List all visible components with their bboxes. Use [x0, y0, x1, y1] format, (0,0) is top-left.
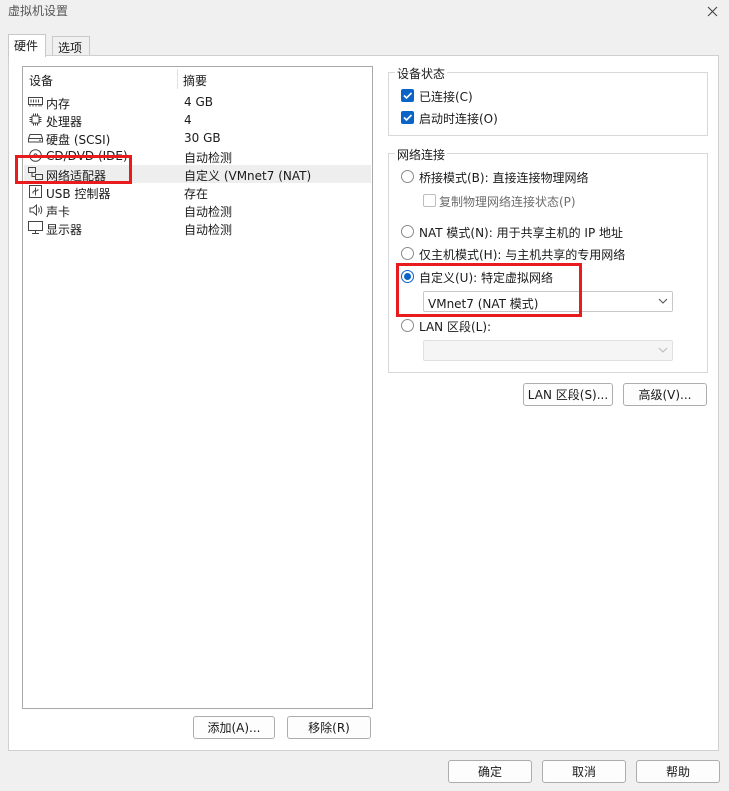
device-summary: 4 GB	[184, 95, 213, 109]
custom-label[interactable]: 自定义(U): 特定虚拟网络	[419, 269, 553, 286]
device-row-network-adapter[interactable]: 网络适配器 自定义 (VMnet7 (NAT)	[24, 165, 371, 183]
checkmark-icon	[403, 92, 413, 100]
device-row-processor[interactable]: 处理器 4	[24, 111, 371, 129]
device-name: USB 控制器	[46, 187, 111, 201]
device-summary: 自动检测	[184, 205, 233, 219]
device-name: 处理器	[46, 115, 83, 129]
device-row-memory[interactable]: 内存 4 GB	[24, 93, 371, 111]
monitor-icon	[28, 221, 43, 234]
processor-icon	[28, 113, 43, 126]
connected-label[interactable]: 已连接(C)	[419, 88, 473, 105]
network-connection-group: 网络连接 桥接模式(B): 直接连接物理网络 复制物理网络连接状态(P) NAT…	[388, 146, 708, 373]
connected-checkbox[interactable]	[401, 89, 414, 102]
device-summary: 自定义 (VMnet7 (NAT)	[184, 169, 312, 183]
lan-segments-button[interactable]: LAN 区段(S)...	[523, 383, 613, 406]
cancel-button[interactable]: 取消	[542, 760, 626, 783]
title-bar: 虚拟机设置	[0, 0, 729, 22]
chevron-down-icon	[658, 298, 668, 304]
chevron-down-icon	[658, 347, 668, 353]
device-summary: 自动检测	[184, 151, 233, 165]
close-button[interactable]	[695, 0, 729, 22]
device-row-sound-card[interactable]: 声卡 自动检测	[24, 201, 371, 219]
device-name: 内存	[46, 97, 71, 111]
device-name: 硬盘 (SCSI)	[46, 133, 111, 147]
add-device-button[interactable]: 添加(A)...	[193, 716, 275, 739]
device-list-header: 设备 摘要	[23, 67, 372, 91]
custom-network-select[interactable]: VMnet7 (NAT 模式)	[423, 291, 673, 312]
hard-disk-icon	[28, 131, 43, 144]
device-row-usb-controller[interactable]: USB 控制器 存在	[24, 183, 371, 201]
connect-at-power-on-label[interactable]: 启动时连接(O)	[419, 110, 498, 127]
device-summary: 存在	[184, 187, 209, 201]
device-status-title: 设备状态	[395, 65, 448, 82]
lan-segment-label[interactable]: LAN 区段(L):	[419, 318, 491, 335]
ok-button[interactable]: 确定	[448, 760, 532, 783]
device-summary: 自动检测	[184, 223, 233, 237]
nat-radio[interactable]	[401, 225, 414, 238]
tab-hardware[interactable]: 硬件	[8, 34, 46, 57]
close-icon	[707, 6, 717, 16]
hardware-panel: 设备 摘要 内存 4 GB 处理器 4 硬盘 (SCSI) 30 GB CD/D…	[8, 55, 719, 751]
device-summary: 4	[184, 113, 192, 127]
bridged-label[interactable]: 桥接模式(B): 直接连接物理网络	[419, 169, 588, 186]
connect-at-power-on-checkbox[interactable]	[401, 111, 414, 124]
usb-controller-icon	[28, 185, 43, 198]
device-name: 显示器	[46, 223, 83, 237]
remove-device-button[interactable]: 移除(R)	[287, 716, 371, 739]
advanced-button[interactable]: 高级(V)...	[623, 383, 707, 406]
column-divider[interactable]	[177, 69, 178, 89]
memory-icon	[28, 95, 43, 108]
custom-radio[interactable]	[401, 270, 414, 283]
host-only-radio[interactable]	[401, 247, 414, 260]
device-name: 网络适配器	[46, 169, 107, 183]
replicate-state-label[interactable]: 复制物理网络连接状态(P)	[439, 193, 576, 210]
network-adapter-icon	[28, 167, 43, 180]
lan-segment-select[interactable]	[423, 340, 673, 361]
replicate-state-checkbox[interactable]	[423, 194, 436, 207]
speaker-icon	[28, 203, 43, 216]
checkmark-icon	[403, 114, 413, 122]
device-row-display[interactable]: 显示器 自动检测	[24, 219, 371, 237]
network-connection-title: 网络连接	[395, 146, 448, 163]
custom-network-value: VMnet7 (NAT 模式)	[428, 297, 539, 311]
lan-segment-radio[interactable]	[401, 319, 414, 332]
column-header-summary[interactable]: 摘要	[183, 72, 207, 89]
device-row-cd-dvd[interactable]: CD/DVD (IDE) 自动检测	[24, 147, 371, 165]
host-only-label[interactable]: 仅主机模式(H): 与主机共享的专用网络	[419, 246, 625, 263]
device-name: CD/DVD (IDE)	[46, 149, 128, 163]
help-button[interactable]: 帮助	[636, 760, 720, 783]
device-row-hard-disk[interactable]: 硬盘 (SCSI) 30 GB	[24, 129, 371, 147]
device-list[interactable]: 设备 摘要 内存 4 GB 处理器 4 硬盘 (SCSI) 30 GB CD/D…	[22, 66, 373, 709]
device-summary: 30 GB	[184, 131, 221, 145]
device-name: 声卡	[46, 205, 71, 219]
column-header-device[interactable]: 设备	[29, 72, 53, 89]
device-status-group: 设备状态 已连接(C) 启动时连接(O)	[388, 65, 708, 136]
cd-dvd-icon	[28, 149, 43, 162]
bridged-radio[interactable]	[401, 170, 414, 183]
tab-options[interactable]: 选项	[52, 36, 90, 55]
window-title: 虚拟机设置	[8, 4, 69, 18]
nat-label[interactable]: NAT 模式(N): 用于共享主机的 IP 地址	[419, 224, 623, 241]
